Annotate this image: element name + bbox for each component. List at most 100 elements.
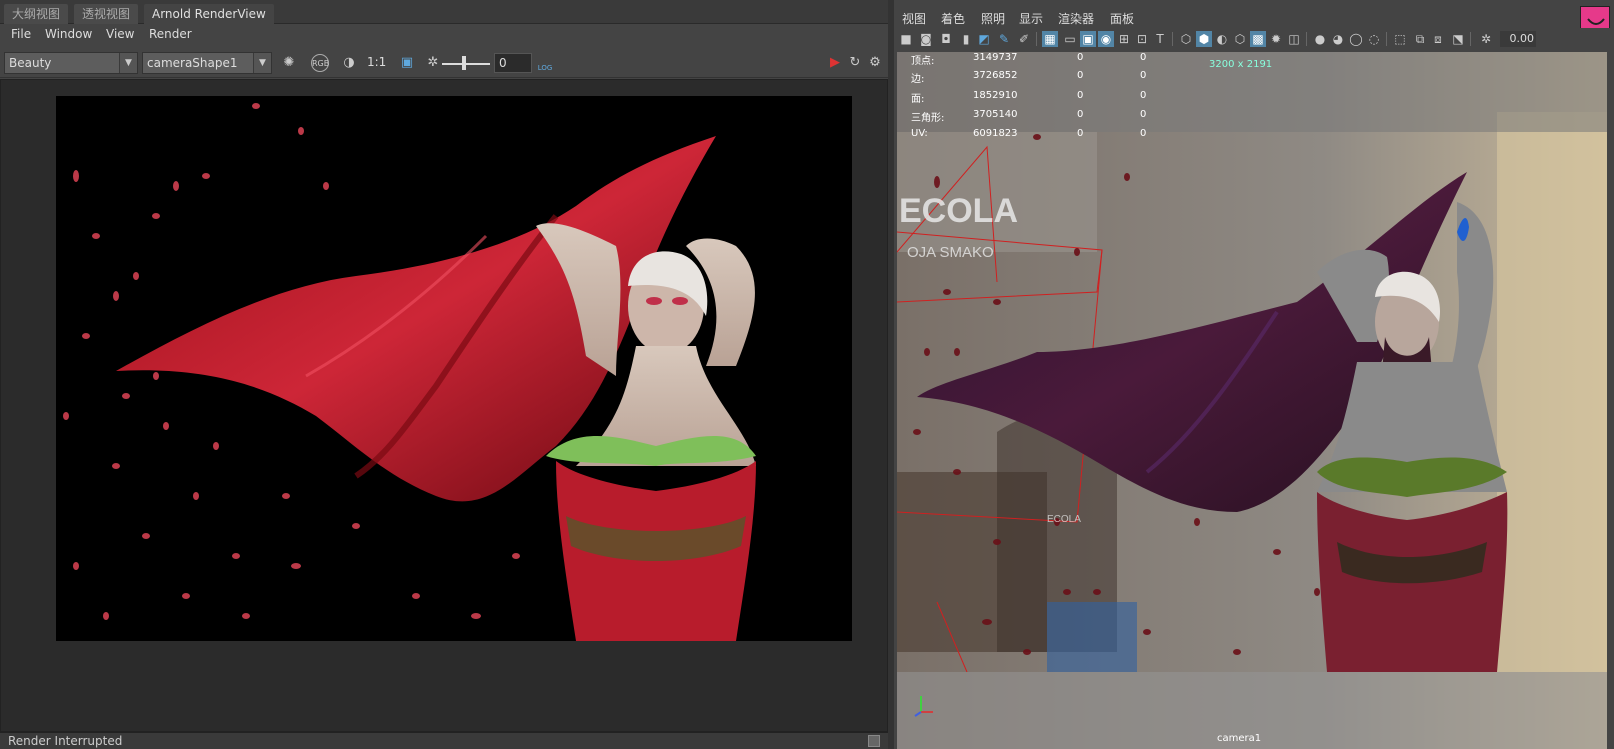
- sign-text-3: ECOLA: [1047, 514, 1081, 525]
- tab-arnold-renderview[interactable]: Arnold RenderView: [144, 4, 274, 24]
- image-plane-icon[interactable]: ◩: [976, 31, 992, 47]
- viewport-toolbar: ■ ◙ ◘ ▮ ◩ ✎ ✐ ▦ ▭ ▣ ◉ ⊞ ⊡ T ⬡ ⬢ ◐ ⬡ ▩ ✹ …: [894, 28, 1614, 52]
- camera-select[interactable]: cameraShape1 ▼: [142, 52, 272, 74]
- hud-value: 3726852: [973, 70, 1018, 81]
- menu-render[interactable]: Render: [149, 27, 192, 41]
- menu-shading[interactable]: 着色: [941, 10, 965, 27]
- poly-count-hud: 顶点: 3149737 0 0 边: 3726852 0 0 面: 185291…: [897, 52, 1607, 132]
- separator: [1470, 32, 1471, 46]
- hud-label: 三角形:: [911, 113, 945, 124]
- perspective-viewport-panel: 视图 着色 照明 显示 渲染器 面板 ■ ◙ ◘ ▮ ◩ ✎ ✐ ▦ ▭ ▣ ◉…: [894, 0, 1614, 749]
- rgb-channel-icon[interactable]: RGB: [311, 54, 329, 72]
- exposure-field[interactable]: 0: [494, 53, 532, 73]
- bookmark-icon[interactable]: ▮: [958, 31, 974, 47]
- render-status: Render Interrupted: [8, 734, 123, 748]
- status-menu-icon[interactable]: [868, 735, 880, 747]
- ratio-button[interactable]: 1:1: [367, 55, 386, 69]
- xray-icon[interactable]: ⧉: [1412, 31, 1428, 47]
- default-material-icon[interactable]: ◐: [1214, 31, 1230, 47]
- sign-text-2: OJA SMAKO: [907, 244, 994, 261]
- menu-view[interactable]: View: [106, 27, 134, 41]
- hud-value: 6091823: [973, 128, 1018, 139]
- menu-show[interactable]: 显示: [1019, 10, 1043, 27]
- tab-bar: 大纲视图 透视视图 Arnold RenderView: [0, 0, 888, 24]
- exposure-icon[interactable]: ✲: [1478, 31, 1494, 47]
- log-icon[interactable]: LOG: [536, 54, 554, 72]
- camera-select-value: cameraShape1: [147, 56, 238, 70]
- hud-value: 0: [1140, 128, 1147, 139]
- refresh-icon[interactable]: ↻: [846, 54, 864, 72]
- motion-blur-icon[interactable]: ◕: [1330, 31, 1346, 47]
- separator: [1036, 32, 1037, 46]
- hud-value: 3149737: [973, 52, 1018, 63]
- grid-icon[interactable]: ▦: [1042, 31, 1058, 47]
- hud-label: 面:: [911, 94, 925, 105]
- anti-aliasing-icon[interactable]: ◯: [1348, 31, 1364, 47]
- textured-icon[interactable]: ▩: [1250, 31, 1266, 47]
- menu-view-cn[interactable]: 视图: [902, 10, 926, 27]
- hud-value: 0: [1077, 128, 1084, 139]
- render-start-icon[interactable]: ▶: [826, 54, 844, 72]
- tab-outliner[interactable]: 大纲视图: [4, 4, 69, 24]
- camera-lock-icon[interactable]: ◘: [938, 31, 954, 47]
- resolution-gate-icon[interactable]: ▣: [1080, 31, 1096, 47]
- gate-mask-icon[interactable]: ◉: [1098, 31, 1114, 47]
- hud-label: UV:: [911, 128, 928, 139]
- menu-lighting[interactable]: 照明: [981, 10, 1005, 27]
- smooth-shade-icon[interactable]: ⬢: [1196, 31, 1212, 47]
- status-bar: Render Interrupted: [0, 732, 888, 749]
- hud-value: 0: [1077, 70, 1084, 81]
- exposure-slider-track[interactable]: [442, 63, 490, 65]
- hud-value: 0: [1140, 109, 1147, 120]
- resolution-readout: 3200 x 2191: [1209, 59, 1273, 70]
- frame-icon[interactable]: ▣: [398, 54, 416, 72]
- lights-icon[interactable]: ✹: [1268, 31, 1284, 47]
- gear-icon[interactable]: ⚙: [866, 54, 884, 72]
- menu-window[interactable]: Window: [45, 27, 92, 41]
- exposure-slider-handle[interactable]: [462, 56, 466, 70]
- 2d-pan-zoom-icon[interactable]: ✐: [1016, 31, 1032, 47]
- film-gate-icon[interactable]: ▭: [1062, 31, 1078, 47]
- hud-value: 0: [1077, 52, 1084, 63]
- hud-value: 1852910: [973, 90, 1018, 101]
- camera-attributes-icon[interactable]: ◙: [918, 31, 934, 47]
- render-image: [56, 96, 852, 641]
- wireframe-on-shaded-icon[interactable]: ⬡: [1232, 31, 1248, 47]
- render-illustration: [63, 103, 756, 641]
- exposure-icon[interactable]: ✲: [424, 54, 442, 72]
- separator: [1306, 32, 1307, 46]
- menu-file[interactable]: File: [11, 27, 31, 41]
- field-chart-icon[interactable]: ⊞: [1116, 31, 1132, 47]
- sign-text-1: ECOLA: [899, 192, 1018, 230]
- axis-gizmo-icon: [914, 696, 933, 717]
- menu-renderer[interactable]: 渲染器: [1058, 10, 1094, 27]
- aov-select-value: Beauty: [9, 56, 52, 70]
- chevron-down-icon: ▼: [253, 53, 271, 73]
- arnold-renderview-panel: 大纲视图 透视视图 Arnold RenderView File Window …: [0, 0, 888, 749]
- ambient-occlusion-icon[interactable]: ●: [1312, 31, 1328, 47]
- grease-pencil-icon[interactable]: ✎: [996, 31, 1012, 47]
- 3d-viewport[interactable]: ECOLA OJA SMAKO ECOLA 顶点: 3149737 0 0 边:…: [897, 52, 1607, 749]
- contrast-icon[interactable]: ◑: [340, 54, 358, 72]
- shadows-icon[interactable]: ◫: [1286, 31, 1302, 47]
- safe-action-icon[interactable]: ⊡: [1134, 31, 1150, 47]
- xray-active-icon[interactable]: ⬔: [1450, 31, 1466, 47]
- camera-icon[interactable]: ■: [898, 31, 914, 47]
- depth-of-field-icon[interactable]: ◌: [1366, 31, 1382, 47]
- hud-label: 顶点:: [911, 56, 935, 67]
- camera-name-label: camera1: [1217, 733, 1262, 744]
- menu-panels[interactable]: 面板: [1110, 10, 1134, 27]
- chevron-down-icon: ▼: [119, 53, 137, 73]
- tab-perspective[interactable]: 透视视图: [74, 4, 139, 24]
- separator: [1172, 32, 1173, 46]
- hud-value: 0: [1140, 52, 1147, 63]
- isolate-select-icon[interactable]: ⬚: [1392, 31, 1408, 47]
- sun-icon[interactable]: ✺: [280, 54, 298, 72]
- gamma-field[interactable]: 0.00: [1500, 31, 1536, 47]
- aov-select[interactable]: Beauty ▼: [4, 52, 138, 74]
- xray-joints-icon[interactable]: ⧈: [1430, 31, 1446, 47]
- hud-value: 0: [1077, 90, 1084, 101]
- viewport-illustration: ECOLA OJA SMAKO ECOLA: [897, 52, 1607, 749]
- safe-title-icon[interactable]: T: [1152, 31, 1168, 47]
- wireframe-icon[interactable]: ⬡: [1178, 31, 1194, 47]
